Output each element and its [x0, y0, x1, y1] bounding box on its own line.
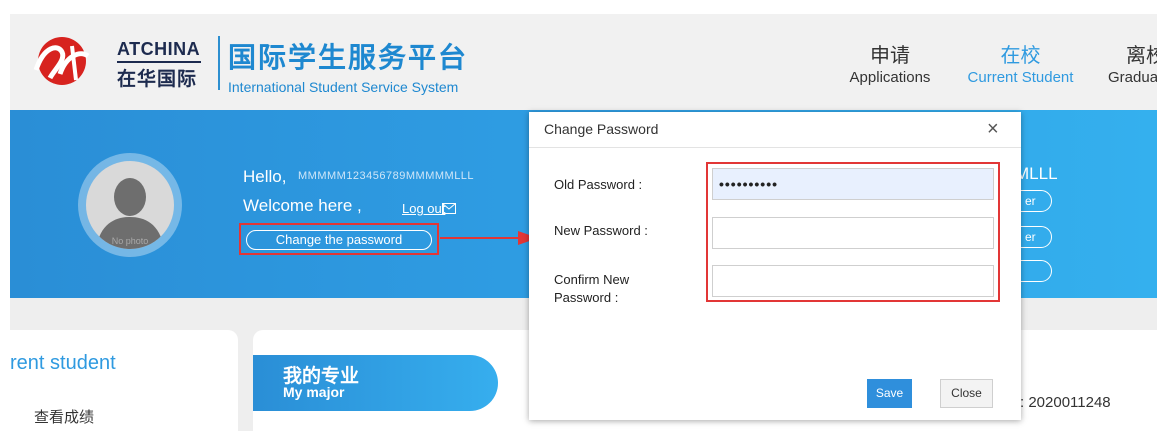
brand-divider	[117, 61, 201, 63]
nav-current-student[interactable]: 在校 Current Student	[958, 44, 1083, 88]
red-arrow-icon	[440, 231, 538, 245]
close-icon[interactable]: ×	[987, 118, 999, 140]
nav-current-student-en: Current Student	[967, 69, 1074, 86]
change-password-button[interactable]: Change the password	[246, 230, 432, 250]
banner-right-name: MLLL	[1015, 164, 1058, 183]
nav-current-student-cn: 在校	[1000, 45, 1041, 67]
confirm-password-label: Confirm New Password :	[554, 272, 630, 305]
close-button[interactable]: Close	[940, 379, 993, 408]
dialog-title: Change Password	[544, 121, 659, 137]
save-button[interactable]: Save	[867, 379, 912, 408]
atchina-logo-icon	[33, 37, 90, 85]
sidebar-item-view-grades[interactable]: 查看成绩	[34, 406, 94, 427]
logout-link[interactable]: Log out	[402, 201, 445, 216]
top-header: ATCHINA 在华国际 国际学生服务平台 International Stud…	[10, 14, 1157, 110]
nav-applications[interactable]: 申请 Applications	[842, 44, 938, 88]
mail-icon[interactable]	[442, 203, 456, 214]
welcome-label: Welcome here ,	[243, 196, 362, 215]
nav-graduate-cn: 离校	[1126, 45, 1157, 67]
nav-applications-en: Applications	[849, 69, 931, 86]
nav-graduate[interactable]: 离校 Graduat	[1096, 44, 1157, 88]
system-title-en: International Student Service System	[228, 79, 459, 95]
brand-name-cn: 在华国际	[117, 68, 198, 90]
sidebar-title: rent student	[10, 352, 116, 374]
change-password-dialog: Change Password × Old Password : •••••••…	[529, 112, 1021, 420]
student-id-value: : 2020011248	[1020, 394, 1111, 411]
password-fields-highlight-box	[706, 162, 1000, 302]
greeting-username: MMMMM123456789MMMMMLLL	[298, 170, 475, 182]
nav-applications-cn: 申请	[870, 45, 910, 67]
avatar-caption: No photo	[111, 236, 149, 246]
new-password-label: New Password :	[554, 223, 648, 238]
greeting-label: Hello,	[243, 167, 287, 186]
brand-name-en: ATCHINA	[117, 39, 201, 59]
dialog-titlebar: Change Password ×	[529, 112, 1021, 148]
nav-graduate-en: Graduat	[1108, 69, 1157, 86]
old-password-label: Old Password :	[554, 177, 643, 192]
system-title-cn: 国际学生服务平台	[228, 42, 469, 73]
header-separator	[218, 36, 220, 90]
my-major-label-en: My major	[283, 384, 345, 400]
